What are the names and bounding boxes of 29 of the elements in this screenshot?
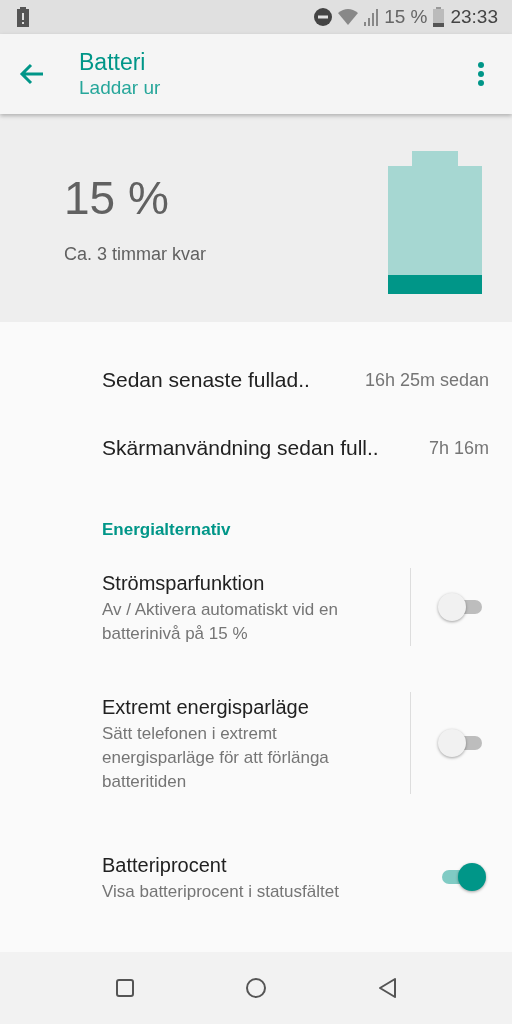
battery-percentage: 15 % — [64, 171, 170, 227]
option-summary: Av / Aktivera automatiskt vid en batterinivå på 15 % — [102, 599, 339, 646]
home-icon[interactable] — [245, 977, 267, 1000]
option-title: Batteriprocent — [102, 853, 228, 879]
battery-percent: 15 % — [384, 5, 428, 28]
signal-icon — [364, 7, 379, 26]
option-summary: Sätt telefonen i extremt energisparläge för att förlänga batteritiden — [102, 723, 330, 794]
stat-label: Skärmanvändning sedan full.. — [102, 436, 379, 461]
usage-stat-row[interactable]: Sedan senaste fullad.. 16h 25m sedan — [0, 346, 512, 415]
option-title: Strömsparfunktion — [102, 571, 266, 597]
back-icon[interactable] — [377, 977, 397, 1000]
clock: 23:33 — [450, 5, 498, 28]
stat-value: 16h 25m sedan — [364, 369, 489, 391]
back-arrow-icon[interactable] — [19, 62, 45, 85]
usage-stat-row[interactable]: Skärmanvändning sedan full.. 7h 16m — [0, 414, 512, 483]
page-title: Batteri — [79, 47, 147, 76]
option-summary: Visa batteriprocent i statusfältet — [102, 881, 340, 904]
recents-icon[interactable] — [115, 978, 135, 999]
section-header: Energialternativ — [101, 519, 232, 542]
more-options-icon[interactable] — [477, 60, 485, 87]
wifi-icon — [338, 7, 359, 26]
do-not-disturb-icon — [314, 7, 333, 26]
stat-value: 7h 16m — [428, 437, 489, 459]
stat-label: Sedan senaste fullad.. — [102, 368, 310, 393]
battery-alert-icon — [16, 6, 30, 27]
option-title: Extremt energisparläge — [102, 695, 310, 721]
battery-icon — [433, 6, 445, 27]
page-subtitle: Laddar ur — [79, 75, 162, 100]
time-remaining: Ca. 3 timmar kvar — [64, 244, 208, 266]
